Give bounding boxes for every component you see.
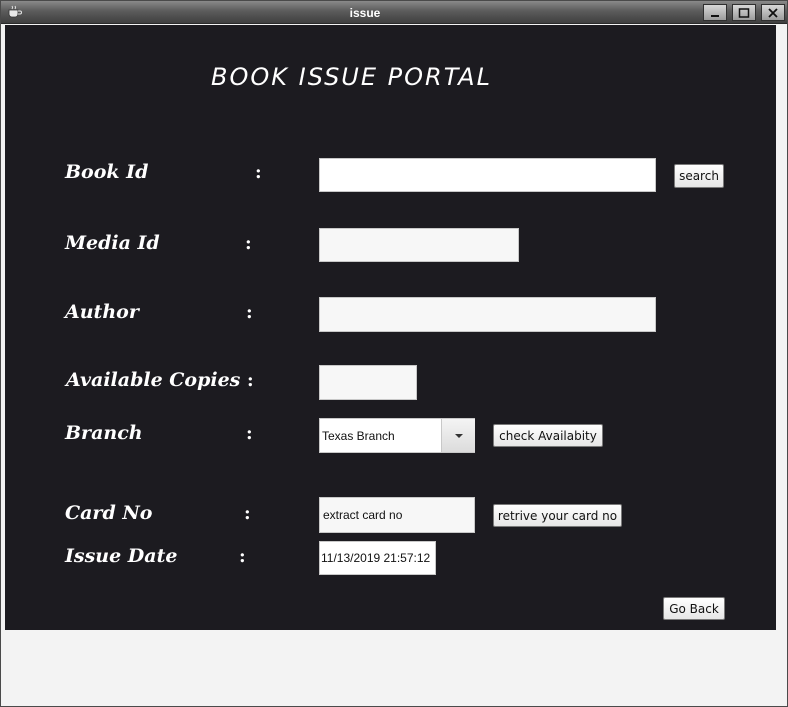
media-id-input[interactable]: [319, 228, 519, 262]
media-id-colon: :: [245, 233, 252, 254]
retrieve-card-button[interactable]: retrive your card no: [493, 504, 622, 527]
minimize-button[interactable]: [703, 4, 727, 21]
check-availability-button[interactable]: check Availabity: [493, 424, 603, 447]
issue-date-input[interactable]: [319, 541, 436, 575]
book-id-label: Book Id: [65, 161, 149, 183]
maximize-icon: [738, 7, 750, 18]
page-title: BOOK ISSUE PORTAL: [211, 63, 492, 91]
branch-colon: :: [246, 423, 253, 444]
issue-date-label: Issue Date: [65, 545, 178, 567]
search-button[interactable]: search: [674, 164, 724, 188]
branch-select[interactable]: Texas Branch: [319, 418, 475, 453]
window-title: issue: [349, 6, 381, 20]
author-colon: :: [246, 302, 253, 323]
available-copies-input[interactable]: [319, 365, 417, 400]
author-input[interactable]: [319, 297, 656, 332]
available-copies-colon: :: [247, 370, 254, 391]
available-copies-label: Available Copies: [66, 369, 241, 391]
close-icon: [768, 7, 778, 18]
book-id-input[interactable]: [319, 158, 656, 192]
card-no-input[interactable]: [319, 497, 475, 533]
close-button[interactable]: [761, 4, 785, 21]
maximize-button[interactable]: [732, 4, 756, 21]
minimize-icon: [711, 14, 719, 17]
card-no-label: Card No: [65, 502, 153, 524]
title-bar[interactable]: issue: [1, 1, 787, 24]
branch-selected-value: Texas Branch: [322, 429, 395, 443]
card-no-colon: :: [244, 503, 251, 524]
book-id-colon: :: [255, 162, 262, 183]
issue-date-colon: :: [239, 546, 246, 567]
issue-window: issue BOOK ISSUE PORTAL Book Id : search…: [0, 0, 788, 707]
chevron-down-icon[interactable]: [441, 419, 475, 452]
go-back-button[interactable]: Go Back: [663, 597, 725, 620]
author-label: Author: [65, 301, 139, 323]
branch-label: Branch: [65, 422, 143, 444]
media-id-label: Media Id: [65, 232, 160, 254]
